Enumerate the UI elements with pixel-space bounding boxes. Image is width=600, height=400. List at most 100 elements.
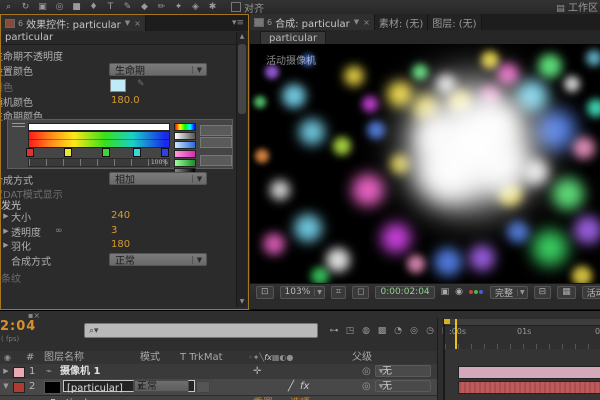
auto-keyframe-icon[interactable]: ◷ <box>422 324 438 338</box>
layer-bar-camera[interactable] <box>458 366 600 379</box>
work-area-start-marker[interactable] <box>444 319 450 324</box>
rotate-tool-icon[interactable]: ↻ <box>17 0 34 14</box>
gradient-stop-2[interactable] <box>102 148 110 157</box>
playhead[interactable] <box>455 319 457 353</box>
tab-close-icon[interactable]: × <box>134 19 141 28</box>
fx-switch-icon[interactable]: fx <box>300 379 309 394</box>
tab-composition[interactable]: 6 合成: particular ▼ × <box>250 14 375 30</box>
twirl-icon[interactable]: ▶ <box>1 212 11 220</box>
panel-menu-icon[interactable]: ▾≡ <box>232 18 244 28</box>
effect-panel-scrollbar[interactable]: ▲ ▼ <box>236 32 247 307</box>
layer-bar-particular[interactable] <box>458 381 600 394</box>
gradient-alpha-bar[interactable] <box>28 123 170 131</box>
collapse-switch-icon[interactable]: ✛ <box>253 364 261 379</box>
show-channel-icon[interactable] <box>469 287 484 297</box>
eye-icon[interactable]: ◎ <box>362 364 371 379</box>
work-area-bar[interactable] <box>445 319 600 326</box>
preset-white-gray[interactable] <box>174 132 196 140</box>
snapshot-icon[interactable]: ▣ <box>441 287 450 297</box>
tab-dropdown-icon[interactable]: ▼ <box>354 18 359 26</box>
glow-transfer-dropdown[interactable]: 正常 ▼ <box>109 253 207 267</box>
eraser-tool-icon[interactable]: ◈ <box>187 0 204 14</box>
region-of-interest-icon[interactable]: ⊟ <box>533 285 552 299</box>
frame-blend-icon[interactable]: ▩ <box>374 324 390 338</box>
effect-header[interactable]: particular <box>1 31 248 45</box>
twirl-icon[interactable]: ▶ <box>1 227 11 235</box>
timeline-graph-area[interactable] <box>444 349 600 400</box>
glow-opacity-value[interactable]: 3 <box>111 225 117 236</box>
layer-row-camera[interactable]: ▶ 1 ⌁ 摄像机 1 ✛ ◎ 无 ▼ <box>0 364 437 380</box>
stamp-tool-icon[interactable]: ✦ <box>170 0 187 14</box>
set-color-dropdown[interactable]: 生命期 ▼ <box>109 63 207 77</box>
effect-row-particular[interactable]: ▼ Particular 重置 选项... <box>0 396 437 400</box>
layer-name[interactable]: 摄像机 1 <box>60 364 100 379</box>
tab-footage[interactable]: 素材: (无) <box>374 14 429 30</box>
layer-color-swatch[interactable] <box>13 367 25 378</box>
gradient-button-2[interactable] <box>200 137 232 148</box>
glow-feather-value[interactable]: 180 <box>111 239 130 250</box>
composition-view[interactable]: 活动摄像机 <box>250 44 600 283</box>
preset-green[interactable] <box>174 159 196 167</box>
mode-column[interactable]: 模式 <box>140 351 160 364</box>
grid-guides-icon[interactable]: ⌗ <box>330 285 346 299</box>
draft3d-icon[interactable]: ◳ <box>342 324 358 338</box>
twirl-icon[interactable]: ▶ <box>1 364 11 379</box>
layer-row-particular[interactable]: ▼ 2 [particular] 正常 ▼ ╱ fx ◎ 无 ▼ <box>0 378 437 396</box>
effect-name[interactable]: Particular <box>50 396 97 400</box>
magnification-icon[interactable]: ⊡ <box>256 285 274 299</box>
eyedropper-icon[interactable]: ✎ <box>137 79 145 89</box>
current-time-display[interactable]: 2:04 <box>0 319 36 334</box>
effect-reset-link[interactable]: 重置 <box>253 396 273 400</box>
scroll-up-icon[interactable]: ▲ <box>237 32 247 42</box>
property-row-streaklet[interactable]: 条纹 <box>1 270 237 285</box>
resolution-dropdown[interactable]: 完整 ▼ <box>490 285 528 299</box>
gradient-stop-3[interactable] <box>132 148 141 157</box>
property-row-opacity-over-life[interactable]: 生命期不透明度 <box>1 48 237 63</box>
twirl-icon[interactable]: ▶ <box>1 241 11 249</box>
glow-size-value[interactable]: 240 <box>111 210 130 221</box>
twirl-icon[interactable]: ▼ <box>1 379 11 394</box>
tab-close-icon[interactable]: × <box>363 18 370 27</box>
view-popup-dropdown[interactable]: 活动摄像机 ▼ <box>581 285 600 299</box>
time-ruler[interactable]: :00s 01s 0 <box>444 319 600 349</box>
parent-dropdown[interactable]: 无 ▼ <box>375 365 431 377</box>
mask-visibility-icon[interactable]: ◻ <box>351 285 370 299</box>
trkmat-box[interactable] <box>196 381 210 393</box>
mode-dropdown[interactable]: 正常 ▼ <box>133 378 189 394</box>
transparency-grid-icon[interactable]: ▦ <box>557 285 576 299</box>
gradient-color-bar[interactable] <box>28 131 170 148</box>
show-snapshot-icon[interactable]: ◉ <box>455 287 463 297</box>
pen-tool-icon[interactable]: ✎ <box>119 0 136 14</box>
gradient-stop-4[interactable] <box>160 148 169 157</box>
scrollbar-thumb[interactable] <box>238 44 246 114</box>
twirl-icon[interactable]: ▼ <box>34 396 44 400</box>
zoom-dropdown[interactable]: 103% ▼ <box>279 285 325 299</box>
comp-flowchart-icon[interactable]: ⊶ <box>326 324 342 338</box>
tab-dropdown-icon[interactable]: ▼ <box>125 19 130 27</box>
shape-tool-icon[interactable]: ■ <box>68 0 85 14</box>
tab-effect-controls[interactable]: 6 效果控件: particular ▼ × <box>1 15 146 31</box>
link-icon[interactable]: ∞ <box>55 226 63 236</box>
pan-behind-tool-icon[interactable]: ◎ <box>51 0 68 14</box>
camera-tool-icon[interactable]: ▣ <box>34 0 51 14</box>
brush-tool-icon[interactable]: ✏ <box>153 0 170 14</box>
random-color-value[interactable]: 180.0 <box>111 95 140 106</box>
gradient-button-1[interactable] <box>200 125 232 136</box>
brainstorm-icon[interactable]: ◎ <box>406 324 422 338</box>
viewer-timecode[interactable]: 0:00:02:04 <box>375 285 435 299</box>
motion-blur-icon[interactable]: ◔ <box>390 324 406 338</box>
type-tool-icon[interactable]: T <box>102 0 119 14</box>
tab-layer[interactable]: 图层: (无) <box>428 14 482 30</box>
preset-blue[interactable] <box>174 141 196 149</box>
gradient-stop-1[interactable] <box>64 148 73 157</box>
color-swatch[interactable] <box>110 79 126 92</box>
scroll-down-icon[interactable]: ▼ <box>237 297 247 307</box>
parent-dropdown[interactable]: 无 ▼ <box>375 380 431 392</box>
trkmat-column[interactable]: T TrkMat <box>180 351 223 364</box>
transfer-mode-dropdown[interactable]: 相加 ▼ <box>109 172 207 186</box>
preset-pink[interactable] <box>174 150 196 158</box>
timeline-search-input[interactable]: ⌕▾ <box>84 323 318 338</box>
parent-column[interactable]: 父级 <box>352 351 372 364</box>
property-row-glow-opacity[interactable]: ▶ 透明度 ∞ <box>1 224 237 238</box>
workspace-label[interactable]: 工作区 <box>568 3 598 14</box>
